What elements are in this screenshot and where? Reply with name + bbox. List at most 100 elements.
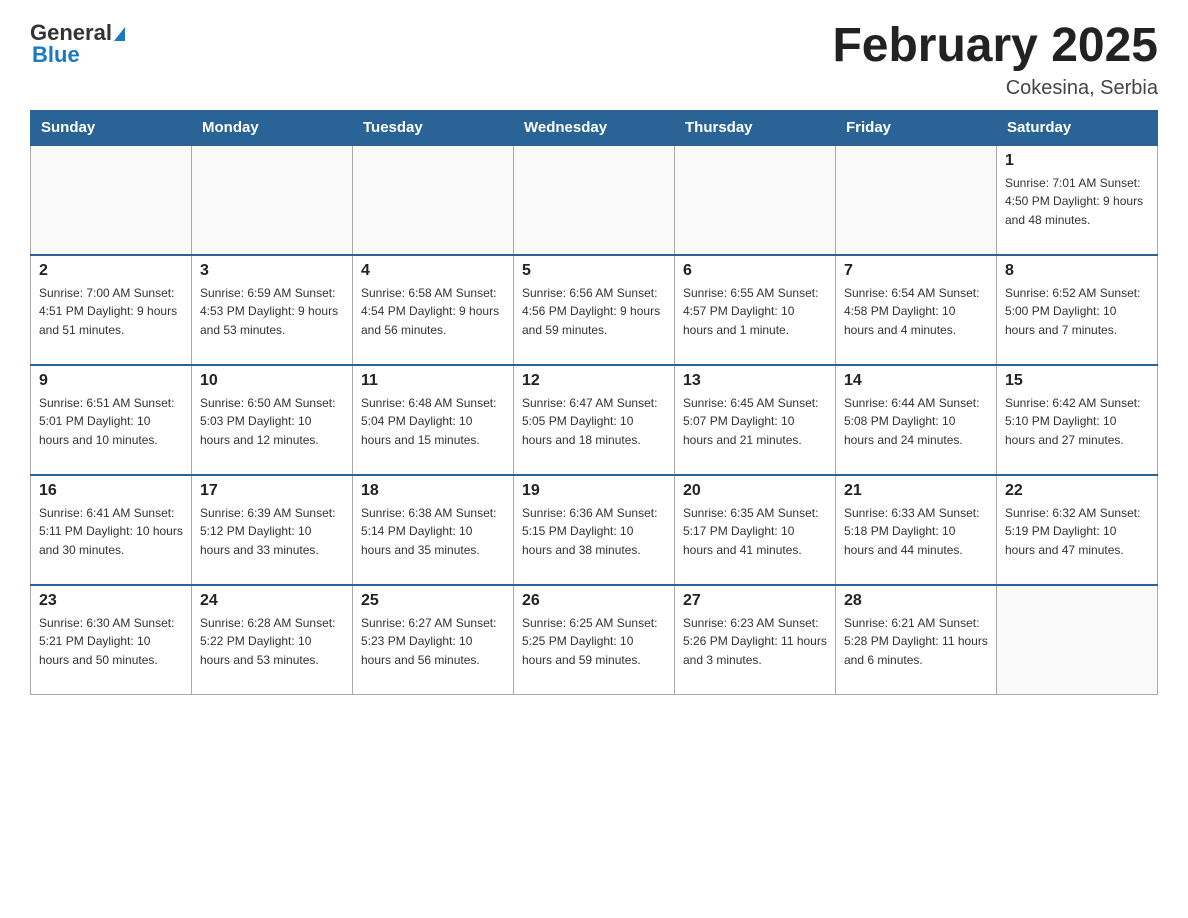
day-info: Sunrise: 6:27 AM Sunset: 5:23 PM Dayligh…: [361, 614, 505, 670]
day-info: Sunrise: 6:56 AM Sunset: 4:56 PM Dayligh…: [522, 284, 666, 340]
calendar-cell: 4Sunrise: 6:58 AM Sunset: 4:54 PM Daylig…: [353, 255, 514, 365]
calendar-cell: 21 Sunrise: 6:33 AM Sunset: 5:18 PM Dayli…: [836, 475, 997, 585]
calendar-cell: 5 Sunrise: 6:56 AM Sunset: 4:56 PM Daylig…: [514, 255, 675, 365]
calendar-cell: 20 Sunrise: 6:35 AM Sunset: 5:17 PM Dayli…: [675, 475, 836, 585]
day-number: 23: [39, 592, 183, 610]
calendar-cell: 9 Sunrise: 6:51 AM Sunset: 5:01 PM Daylig…: [31, 365, 192, 475]
day-info: Sunrise: 6:44 AM Sunset: 5:08 PM Dayligh…: [844, 394, 988, 450]
day-number: 21: [844, 482, 988, 500]
weekday-header-monday: Monday: [192, 110, 353, 145]
day-number: 12: [522, 372, 666, 390]
day-info: Sunrise: 6:30 AM Sunset: 5:21 PM Dayligh…: [39, 614, 183, 670]
day-info: Sunrise: 6:38 AM Sunset: 5:14 PM Dayligh…: [361, 504, 505, 560]
day-info: Sunrise: 6:47 AM Sunset: 5:05 PM Dayligh…: [522, 394, 666, 450]
weekday-header-row: SundayMondayTuesdayWednesdayThursdayFrid…: [31, 110, 1158, 145]
week-row-1: 1 Sunrise: 7:01 AM Sunset: 4:50 PM Daylig…: [31, 145, 1158, 255]
calendar-cell: 19 Sunrise: 6:36 AM Sunset: 5:15 PM Dayli…: [514, 475, 675, 585]
day-number: 9: [39, 372, 183, 390]
day-number: 6: [683, 262, 827, 280]
day-number: 7: [844, 262, 988, 280]
day-number: 5: [522, 262, 666, 280]
calendar-cell: 28Sunrise: 6:21 AM Sunset: 5:28 PM Dayli…: [836, 585, 997, 695]
day-info: Sunrise: 6:35 AM Sunset: 5:17 PM Dayligh…: [683, 504, 827, 560]
day-info: Sunrise: 7:00 AM Sunset: 4:51 PM Dayligh…: [39, 284, 183, 340]
calendar-cell: 1 Sunrise: 7:01 AM Sunset: 4:50 PM Daylig…: [997, 145, 1158, 255]
day-info: Sunrise: 6:33 AM Sunset: 5:18 PM Dayligh…: [844, 504, 988, 560]
day-info: Sunrise: 6:36 AM Sunset: 5:15 PM Dayligh…: [522, 504, 666, 560]
day-number: 20: [683, 482, 827, 500]
day-info: Sunrise: 6:28 AM Sunset: 5:22 PM Dayligh…: [200, 614, 344, 670]
day-info: Sunrise: 6:58 AM Sunset: 4:54 PM Dayligh…: [361, 284, 505, 340]
page-header: General Blue February 2025 Cokesina, Ser…: [30, 20, 1158, 100]
day-number: 24: [200, 592, 344, 610]
calendar-cell: 17 Sunrise: 6:39 AM Sunset: 5:12 PM Dayli…: [192, 475, 353, 585]
logo-triangle-icon: [114, 27, 125, 41]
day-number: 19: [522, 482, 666, 500]
day-number: 17: [200, 482, 344, 500]
day-number: 8: [1005, 262, 1149, 280]
day-info: Sunrise: 6:45 AM Sunset: 5:07 PM Dayligh…: [683, 394, 827, 450]
calendar-cell: 15Sunrise: 6:42 AM Sunset: 5:10 PM Dayli…: [997, 365, 1158, 475]
calendar-cell: [31, 145, 192, 255]
week-row-2: 2 Sunrise: 7:00 AM Sunset: 4:51 PM Daylig…: [31, 255, 1158, 365]
calendar-cell: 22 Sunrise: 6:32 AM Sunset: 5:19 PM Dayli…: [997, 475, 1158, 585]
weekday-header-thursday: Thursday: [675, 110, 836, 145]
weekday-header-friday: Friday: [836, 110, 997, 145]
calendar-cell: 3Sunrise: 6:59 AM Sunset: 4:53 PM Daylig…: [192, 255, 353, 365]
calendar-cell: 18Sunrise: 6:38 AM Sunset: 5:14 PM Dayli…: [353, 475, 514, 585]
day-info: Sunrise: 6:48 AM Sunset: 5:04 PM Dayligh…: [361, 394, 505, 450]
calendar-cell: 14 Sunrise: 6:44 AM Sunset: 5:08 PM Dayli…: [836, 365, 997, 475]
day-number: 1: [1005, 152, 1149, 170]
calendar-cell: [675, 145, 836, 255]
weekday-header-wednesday: Wednesday: [514, 110, 675, 145]
day-number: 14: [844, 372, 988, 390]
week-row-5: 23 Sunrise: 6:30 AM Sunset: 5:21 PM Dayli…: [31, 585, 1158, 695]
day-info: Sunrise: 6:54 AM Sunset: 4:58 PM Dayligh…: [844, 284, 988, 340]
day-info: Sunrise: 6:55 AM Sunset: 4:57 PM Dayligh…: [683, 284, 827, 340]
calendar-cell: 13 Sunrise: 6:45 AM Sunset: 5:07 PM Dayli…: [675, 365, 836, 475]
calendar-cell: [192, 145, 353, 255]
week-row-3: 9 Sunrise: 6:51 AM Sunset: 5:01 PM Daylig…: [31, 365, 1158, 475]
day-number: 26: [522, 592, 666, 610]
calendar-table: SundayMondayTuesdayWednesdayThursdayFrid…: [30, 110, 1158, 696]
day-info: Sunrise: 6:50 AM Sunset: 5:03 PM Dayligh…: [200, 394, 344, 450]
day-number: 10: [200, 372, 344, 390]
calendar-cell: [514, 145, 675, 255]
title-section: February 2025 Cokesina, Serbia: [832, 20, 1158, 100]
day-info: Sunrise: 6:39 AM Sunset: 5:12 PM Dayligh…: [200, 504, 344, 560]
day-info: Sunrise: 6:51 AM Sunset: 5:01 PM Dayligh…: [39, 394, 183, 450]
calendar-cell: [353, 145, 514, 255]
calendar-cell: 11 Sunrise: 6:48 AM Sunset: 5:04 PM Dayli…: [353, 365, 514, 475]
calendar-cell: 12 Sunrise: 6:47 AM Sunset: 5:05 PM Dayli…: [514, 365, 675, 475]
logo-blue-text: Blue: [32, 42, 80, 68]
calendar-cell: [997, 585, 1158, 695]
calendar-cell: 6 Sunrise: 6:55 AM Sunset: 4:57 PM Daylig…: [675, 255, 836, 365]
month-title: February 2025: [832, 20, 1158, 73]
logo: General Blue: [30, 20, 125, 68]
day-info: Sunrise: 6:25 AM Sunset: 5:25 PM Dayligh…: [522, 614, 666, 670]
day-info: Sunrise: 6:52 AM Sunset: 5:00 PM Dayligh…: [1005, 284, 1149, 340]
day-info: Sunrise: 6:21 AM Sunset: 5:28 PM Dayligh…: [844, 614, 988, 670]
weekday-header-saturday: Saturday: [997, 110, 1158, 145]
calendar-cell: 27Sunrise: 6:23 AM Sunset: 5:26 PM Dayli…: [675, 585, 836, 695]
week-row-4: 16Sunrise: 6:41 AM Sunset: 5:11 PM Dayli…: [31, 475, 1158, 585]
calendar-cell: 24 Sunrise: 6:28 AM Sunset: 5:22 PM Dayli…: [192, 585, 353, 695]
calendar-cell: 7 Sunrise: 6:54 AM Sunset: 4:58 PM Daylig…: [836, 255, 997, 365]
day-number: 22: [1005, 482, 1149, 500]
day-number: 11: [361, 372, 505, 390]
day-info: Sunrise: 6:32 AM Sunset: 5:19 PM Dayligh…: [1005, 504, 1149, 560]
day-number: 27: [683, 592, 827, 610]
calendar-cell: 25 Sunrise: 6:27 AM Sunset: 5:23 PM Dayli…: [353, 585, 514, 695]
day-number: 13: [683, 372, 827, 390]
day-number: 3: [200, 262, 344, 280]
calendar-cell: 8 Sunrise: 6:52 AM Sunset: 5:00 PM Daylig…: [997, 255, 1158, 365]
weekday-header-tuesday: Tuesday: [353, 110, 514, 145]
day-number: 2: [39, 262, 183, 280]
day-number: 16: [39, 482, 183, 500]
weekday-header-sunday: Sunday: [31, 110, 192, 145]
day-number: 25: [361, 592, 505, 610]
day-number: 15: [1005, 372, 1149, 390]
calendar-cell: 26 Sunrise: 6:25 AM Sunset: 5:25 PM Dayli…: [514, 585, 675, 695]
location-text: Cokesina, Serbia: [832, 77, 1158, 100]
day-info: Sunrise: 7:01 AM Sunset: 4:50 PM Dayligh…: [1005, 174, 1149, 230]
